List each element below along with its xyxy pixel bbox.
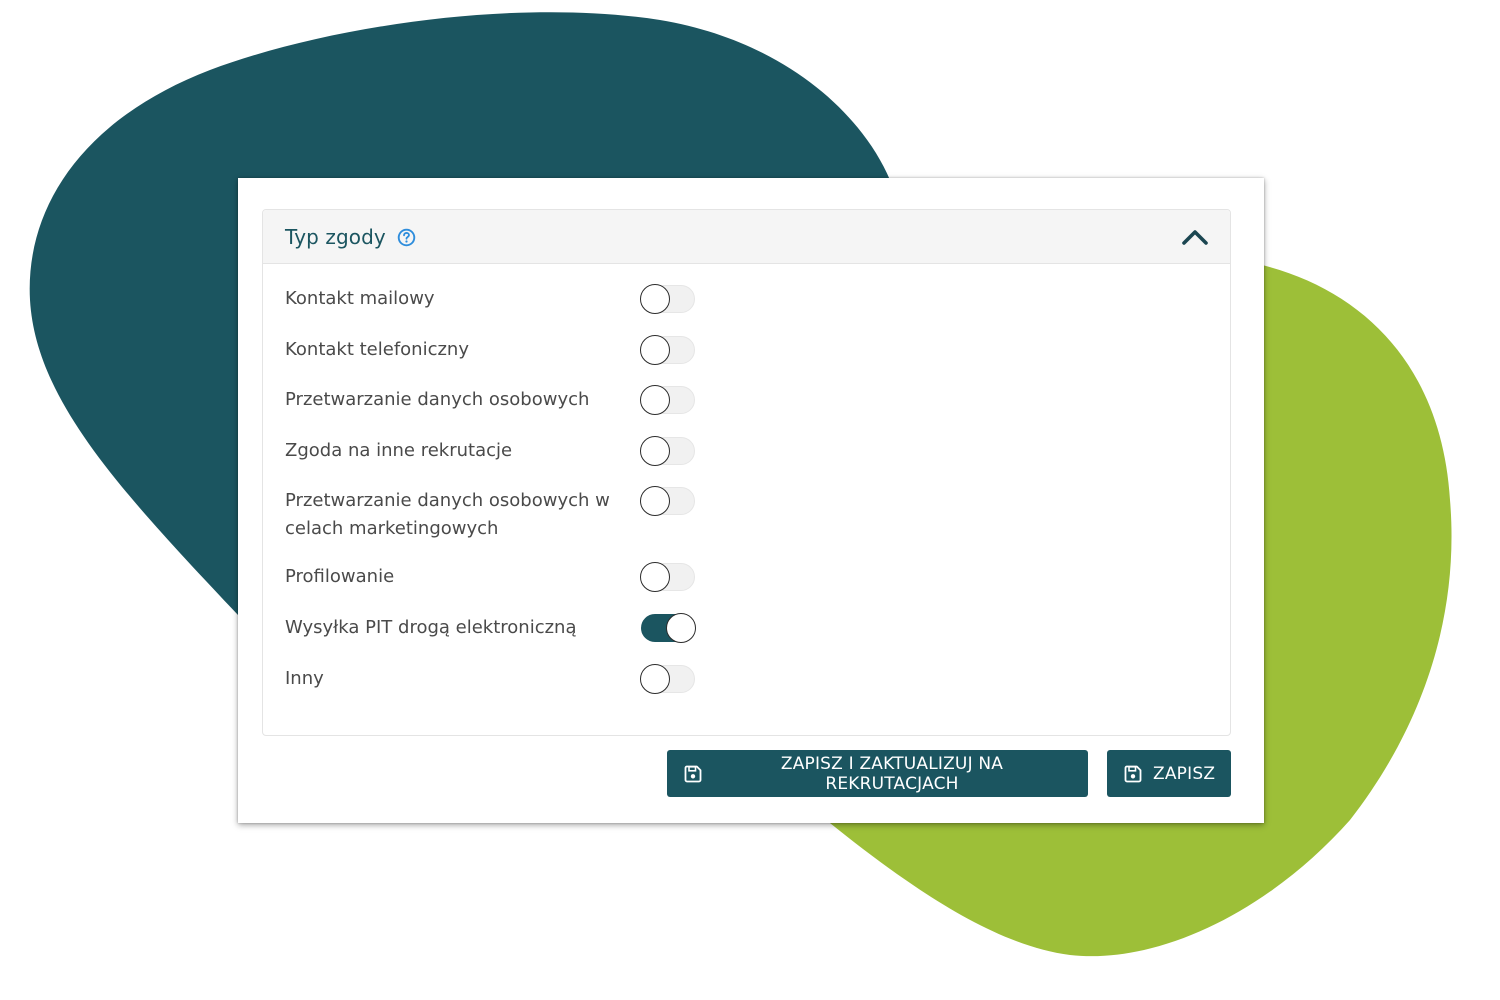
save-and-update-recruitments-button[interactable]: ZAPISZ I ZAKTUALIZUJ NA REKRUTACJACH bbox=[667, 750, 1088, 797]
toggle-knob bbox=[640, 385, 670, 415]
consent-toggle[interactable] bbox=[640, 385, 696, 415]
consent-label: Profilowanie bbox=[285, 566, 395, 587]
consent-toggle[interactable] bbox=[640, 486, 696, 516]
consent-toggle[interactable] bbox=[640, 562, 696, 592]
consent-toggle[interactable] bbox=[640, 664, 696, 694]
consent-label: Wysyłka PIT drogą elektroniczną bbox=[285, 617, 577, 638]
consent-type-panel: Typ zgody Kontakt mailowy Kontakt telefo… bbox=[262, 209, 1231, 736]
consent-toggle[interactable] bbox=[640, 436, 696, 466]
question-circle-icon[interactable] bbox=[397, 228, 416, 247]
consent-label: Przetwarzanie danych osobowych w celach … bbox=[285, 490, 610, 539]
toggle-knob bbox=[640, 335, 670, 365]
consent-toggle[interactable] bbox=[640, 613, 696, 643]
panel-header[interactable]: Typ zgody bbox=[263, 210, 1230, 264]
consent-label: Kontakt mailowy bbox=[285, 288, 435, 309]
toggle-knob bbox=[640, 436, 670, 466]
floppy-disk-icon bbox=[1124, 765, 1142, 783]
consent-toggle[interactable] bbox=[640, 335, 696, 365]
save-button[interactable]: ZAPISZ bbox=[1107, 750, 1231, 797]
consent-label: Zgoda na inne rekrutacje bbox=[285, 440, 513, 461]
consent-label: Kontakt telefoniczny bbox=[285, 339, 469, 360]
action-bar: ZAPISZ I ZAKTUALIZUJ NA REKRUTACJACH ZAP… bbox=[667, 750, 1231, 797]
consent-settings-card: Typ zgody Kontakt mailowy Kontakt telefo… bbox=[238, 178, 1264, 823]
consent-toggle[interactable] bbox=[640, 284, 696, 314]
toggle-knob bbox=[640, 562, 670, 592]
floppy-disk-icon bbox=[684, 765, 702, 783]
consent-label: Przetwarzanie danych osobowych bbox=[285, 389, 590, 410]
toggle-knob bbox=[640, 486, 670, 516]
toggle-knob bbox=[640, 284, 670, 314]
panel-title: Typ zgody bbox=[285, 224, 386, 249]
consent-label: Inny bbox=[285, 668, 324, 689]
toggle-knob bbox=[666, 613, 696, 643]
toggle-knob bbox=[640, 664, 670, 694]
button-label: ZAPISZ bbox=[1153, 763, 1216, 784]
chevron-up-icon[interactable] bbox=[1180, 222, 1210, 252]
button-label: ZAPISZ I ZAKTUALIZUJ NA REKRUTACJACH bbox=[780, 753, 1004, 794]
